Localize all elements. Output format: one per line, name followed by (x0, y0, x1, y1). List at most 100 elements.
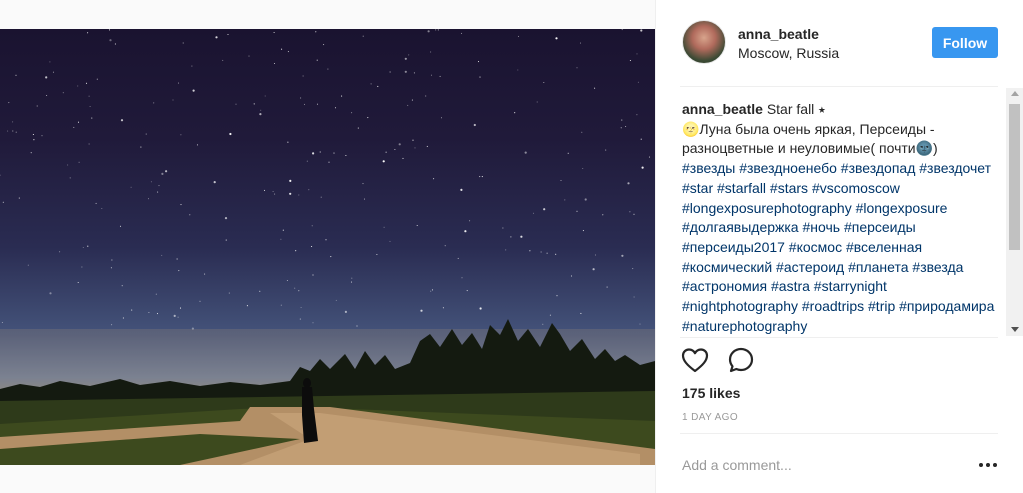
star-dot (165, 170, 168, 173)
comment-input[interactable] (682, 454, 962, 476)
more-options-icon[interactable] (976, 456, 1000, 474)
star-dot (636, 114, 638, 116)
likes-count[interactable]: 175 likes (682, 385, 740, 401)
star-dot (594, 254, 597, 256)
star-dot (147, 198, 150, 200)
star-dot (8, 102, 10, 104)
star-dot (621, 119, 623, 121)
star-dot (300, 306, 302, 309)
star-dot (377, 85, 379, 87)
star-dot (41, 135, 43, 137)
star-dot (412, 139, 414, 141)
star-dot (335, 299, 337, 301)
star-dot (77, 121, 80, 123)
star-dot (460, 32, 463, 34)
star-dot (228, 292, 230, 294)
star-dot (287, 141, 289, 143)
heart-icon[interactable] (680, 345, 710, 375)
star-dot (411, 99, 413, 101)
star-dot (108, 29, 111, 31)
star-dot (173, 314, 176, 317)
star-dot (620, 127, 622, 129)
star-dot (96, 78, 98, 80)
star-dot (263, 189, 266, 191)
caption-area[interactable]: anna_beatle Star fall ⭑ 🌝Луна была очень… (682, 100, 1002, 336)
star-dot (584, 198, 587, 201)
star-dot (639, 323, 641, 325)
star-dot (259, 113, 262, 116)
star-dot (640, 138, 642, 140)
star-dot (461, 277, 463, 279)
star-dot (85, 82, 88, 84)
star-dot (549, 314, 551, 316)
star-dot (222, 59, 224, 61)
star-dot (289, 179, 292, 182)
star-dot (253, 103, 255, 105)
star-dot (344, 310, 347, 313)
star-dot (414, 147, 416, 149)
scroll-up-arrow-icon[interactable] (1011, 91, 1019, 96)
star-dot (312, 322, 314, 324)
star-dot (524, 151, 527, 154)
star-dot (224, 217, 228, 220)
star-dot (402, 157, 404, 159)
star-dot (636, 53, 638, 55)
post-username[interactable]: anna_beatle (738, 26, 819, 42)
star-dot (148, 311, 150, 314)
star-dot (579, 42, 582, 44)
post-timestamp[interactable]: 1 DAY AGO (682, 412, 738, 423)
star-dot (192, 89, 195, 92)
post-location[interactable]: Moscow, Russia (738, 45, 839, 61)
star-dot (514, 112, 516, 114)
post-photo[interactable] (0, 29, 655, 465)
star-dot (298, 290, 300, 292)
star-dot (362, 35, 364, 37)
avatar[interactable] (682, 20, 726, 64)
star-dot (356, 325, 358, 327)
star-dot (88, 95, 90, 97)
post-header: anna_beatle Moscow, Russia Follow (656, 0, 1023, 86)
star-dot (427, 30, 430, 33)
star-dot (274, 193, 276, 195)
star-dot (594, 87, 596, 89)
star-dot (311, 225, 313, 227)
star-dot (479, 76, 481, 78)
night-sky-illustration (0, 29, 655, 465)
star-dot (567, 152, 569, 154)
star-dot (444, 245, 446, 247)
star-dot (479, 307, 482, 310)
star-dot (316, 103, 319, 105)
star-dot (161, 254, 163, 256)
follow-button[interactable]: Follow (932, 27, 998, 58)
star-dot (330, 256, 332, 258)
star-dot (109, 39, 112, 42)
star-dot (178, 270, 180, 272)
star-dot (273, 31, 275, 34)
star-dot (215, 36, 218, 39)
scroll-thumb[interactable] (1009, 104, 1020, 250)
caption-scrollbar[interactable] (1006, 88, 1023, 336)
star-dot (555, 37, 558, 40)
star-dot (529, 250, 531, 252)
star-dot (408, 54, 410, 56)
caption-username[interactable]: anna_beatle (682, 101, 763, 117)
star-dot (87, 32, 89, 34)
star-dot (602, 214, 604, 216)
star-dot (362, 183, 364, 185)
star-dot (229, 132, 232, 136)
star-dot (560, 179, 562, 182)
star-dot (376, 253, 378, 256)
comment-icon[interactable] (726, 345, 756, 375)
caption-hashtags[interactable]: #звезды #звездноенебо #звездопад #звездо… (682, 160, 998, 334)
star-dot (363, 198, 366, 200)
star-dot (555, 253, 557, 255)
star-dot (12, 121, 14, 123)
star-dot (430, 51, 432, 53)
scroll-down-arrow-icon[interactable] (1011, 327, 1019, 332)
star-dot (131, 309, 133, 311)
star-dot (77, 281, 79, 284)
star-dot (640, 29, 643, 32)
star-dot (111, 259, 113, 261)
star-dot (425, 95, 427, 97)
post-sidebar: anna_beatle Moscow, Russia Follow anna_b… (655, 0, 1023, 493)
